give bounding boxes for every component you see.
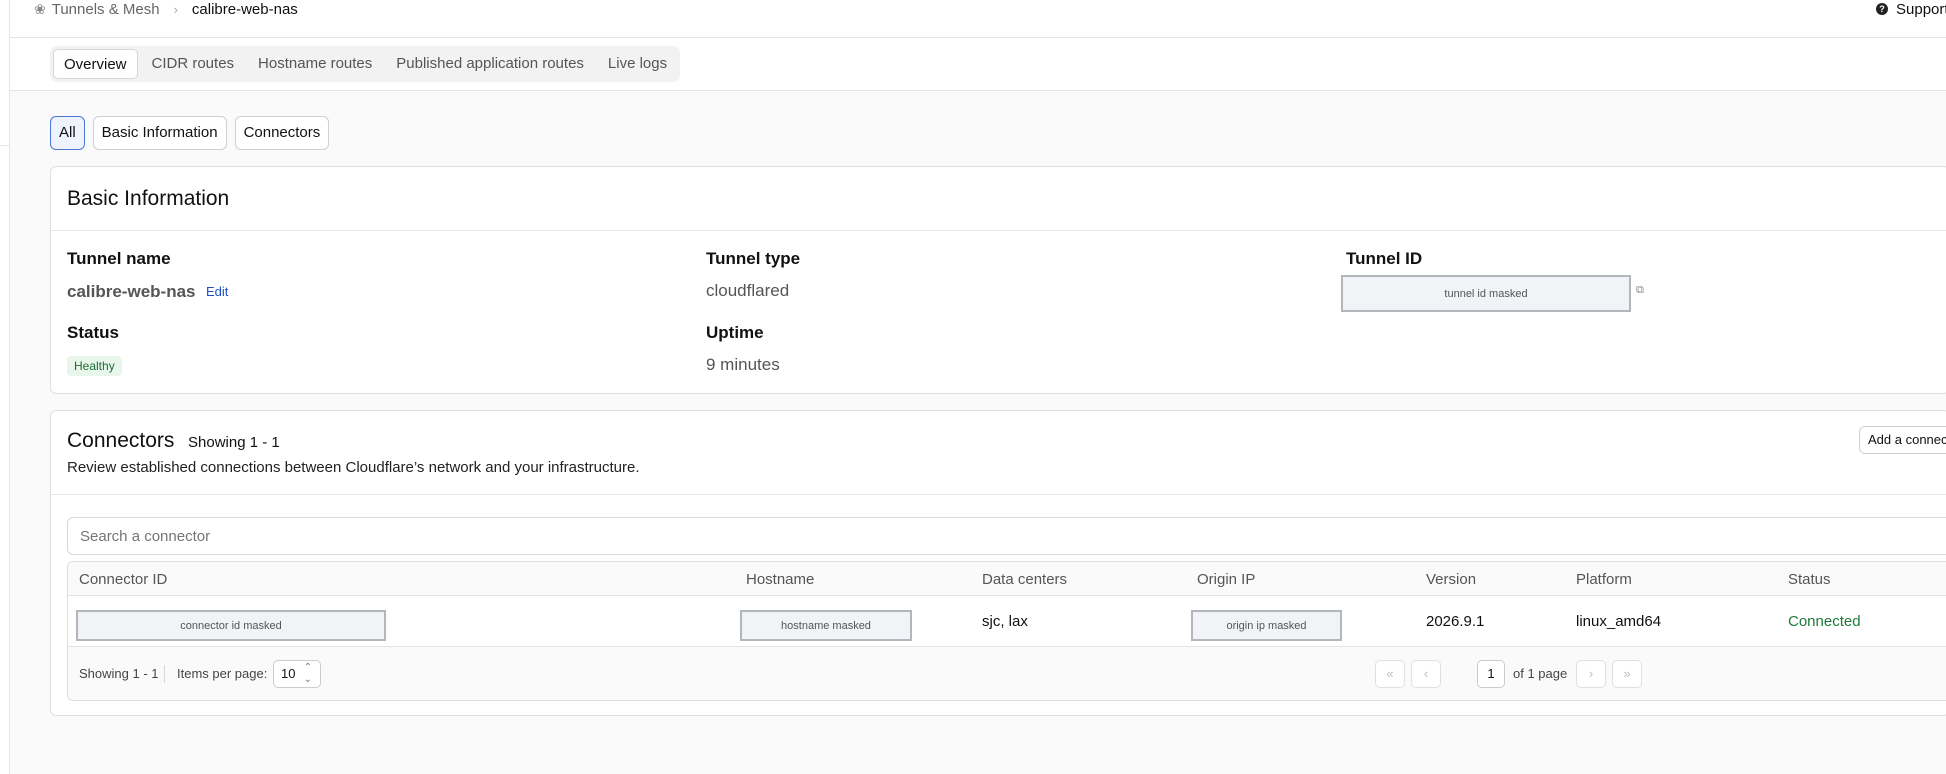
chevron-right-icon: › xyxy=(173,1,178,17)
connectors-showing: Showing 1 - 1 xyxy=(188,434,280,451)
table-row[interactable]: connector id masked hostname masked sjc,… xyxy=(68,596,1946,647)
items-per-page-value: 10 xyxy=(281,666,296,681)
connectors-header: Connectors Showing 1 - 1 Review establis… xyxy=(51,411,1946,495)
help-icon: ? xyxy=(1876,3,1888,15)
connectors-title: Connectors xyxy=(67,429,175,452)
tunnel-id-value: tunnel id masked xyxy=(1341,275,1631,312)
footer-divider xyxy=(164,665,165,683)
tunnel-name-value: calibre-web-nas xyxy=(67,282,196,301)
version-cell: 2026.9.1 xyxy=(1426,613,1485,630)
copy-icon[interactable]: ⧉ xyxy=(1636,284,1644,297)
column-data-centers[interactable]: Data centers xyxy=(982,571,1067,588)
next-page-button[interactable]: › xyxy=(1576,660,1606,688)
tab-live-logs[interactable]: Live logs xyxy=(598,49,677,79)
prev-page-button[interactable]: ‹ xyxy=(1411,660,1441,688)
left-rail xyxy=(0,0,10,774)
tabs: Overview CIDR routes Hostname routes Pub… xyxy=(50,46,681,82)
tab-hostname-routes[interactable]: Hostname routes xyxy=(248,49,382,79)
tunnel-type-label: Tunnel type xyxy=(706,249,801,268)
last-page-button[interactable]: » xyxy=(1612,660,1642,688)
column-status[interactable]: Status xyxy=(1788,571,1831,588)
chevron-up-down-icon: ⌃ ⌄ xyxy=(303,662,312,685)
column-hostname[interactable]: Hostname xyxy=(746,571,814,588)
table-footer: Showing 1 - 1 Items per page: 10 ⌃ ⌄ « ‹ … xyxy=(68,648,1946,700)
basic-information-title: Basic Information xyxy=(67,187,230,210)
tab-bar: Overview CIDR routes Hostname routes Pub… xyxy=(10,38,1946,91)
tunnel-name-label: Tunnel name xyxy=(67,249,171,268)
column-version[interactable]: Version xyxy=(1426,571,1476,588)
column-connector-id[interactable]: Connector ID xyxy=(79,571,167,588)
section-filters: All Basic Information Connectors xyxy=(50,116,330,150)
breadcrumb-parent[interactable]: Tunnels & Mesh xyxy=(52,1,160,18)
tunnel-icon: ❀ xyxy=(34,0,46,17)
connectors-table: Connector ID Hostname Data centers Origi… xyxy=(67,561,1946,701)
support-link[interactable]: ? Support xyxy=(1876,0,1946,18)
footer-showing: Showing 1 - 1 xyxy=(79,666,159,681)
first-page-button[interactable]: « xyxy=(1375,660,1405,688)
breadcrumb-current: calibre-web-nas xyxy=(191,0,298,18)
connectors-description: Review established connections between C… xyxy=(67,459,640,476)
table-header: Connector ID Hostname Data centers Origi… xyxy=(68,562,1946,596)
search-connector-input[interactable] xyxy=(67,517,1946,555)
items-per-page-select[interactable]: 10 ⌃ ⌄ xyxy=(273,660,321,688)
column-platform[interactable]: Platform xyxy=(1576,571,1632,588)
tab-cidr-routes[interactable]: CIDR routes xyxy=(142,49,245,79)
tunnel-type-value: cloudflared xyxy=(706,281,790,300)
connector-id-cell[interactable]: connector id masked xyxy=(76,610,386,641)
status-label: Status xyxy=(67,323,119,342)
filter-all[interactable]: All xyxy=(50,116,85,150)
status-badge: Healthy xyxy=(67,356,122,376)
card-header: Basic Information xyxy=(51,167,1946,231)
data-centers-cell: sjc, lax xyxy=(982,613,1028,630)
page-count-label: of 1 page xyxy=(1513,666,1568,681)
platform-cell: linux_amd64 xyxy=(1576,613,1662,630)
filter-basic-information[interactable]: Basic Information xyxy=(92,116,227,150)
tab-overview[interactable]: Overview xyxy=(53,49,138,79)
filter-connectors[interactable]: Connectors xyxy=(234,116,330,150)
edit-tunnel-name-link[interactable]: Edit xyxy=(206,284,228,299)
status-cell: Connected xyxy=(1788,613,1861,630)
tab-published-application-routes[interactable]: Published application routes xyxy=(386,49,594,79)
breadcrumb: ❀ Tunnels & Mesh › calibre-web-nas xyxy=(34,0,298,18)
top-bar: ❀ Tunnels & Mesh › calibre-web-nas ? Sup… xyxy=(10,0,1946,38)
column-origin-ip[interactable]: Origin IP xyxy=(1197,571,1255,588)
hostname-cell: hostname masked xyxy=(740,610,912,641)
tunnel-id-label: Tunnel ID xyxy=(1346,249,1423,268)
uptime-label: Uptime xyxy=(706,323,764,342)
items-per-page-label: Items per page: xyxy=(177,666,268,681)
support-label: Support xyxy=(1896,0,1946,18)
uptime-value: 9 minutes xyxy=(706,355,780,374)
add-connector-button[interactable]: Add a connector xyxy=(1859,426,1946,454)
basic-information-card: Basic Information Tunnel name calibre-we… xyxy=(50,166,1946,394)
page-number-input[interactable]: 1 xyxy=(1477,660,1505,688)
connectors-card: Connectors Showing 1 - 1 Review establis… xyxy=(50,410,1946,716)
origin-ip-cell: origin ip masked xyxy=(1191,610,1342,641)
